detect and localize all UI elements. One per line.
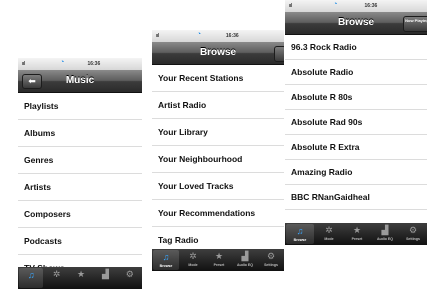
list-item-station[interactable]: Absolute Radio	[285, 60, 427, 85]
mode-icon: ✲	[189, 251, 197, 261]
list-item-neighbourhood[interactable]: Your Neighbourhood	[152, 146, 284, 173]
status-bar: ııl ◔ 16:36	[18, 58, 142, 70]
tab-label-audio-eq: Audio EQ	[377, 237, 393, 241]
tab-preset[interactable]: ★	[69, 267, 93, 289]
star-icon: ★	[352, 225, 362, 235]
page-title: Browse	[199, 47, 237, 58]
tab-label-mode: Mode	[188, 263, 198, 267]
signal-icon: ııl	[289, 3, 292, 9]
music-screen: ııl ◔ 16:36 ⬅ Music Playlists Albums Gen…	[18, 58, 142, 289]
tab-mode[interactable]: ✲ Mode	[315, 223, 343, 245]
browse-list: Your Recent Stations Artist Radio Your L…	[152, 65, 284, 254]
list-item-loved-tracks[interactable]: Your Loved Tracks	[152, 173, 284, 200]
browse-icon: ♫	[296, 226, 304, 236]
status-bar: ııl ◔ 16:36	[285, 0, 427, 12]
status-time: 16:36	[225, 33, 239, 39]
settings-icon: ⚙	[408, 225, 418, 235]
wifi-icon: ◔	[60, 59, 65, 66]
list-item-composers[interactable]: Composers	[18, 201, 142, 228]
tab-label-settings: Settings	[264, 263, 278, 267]
tab-preset[interactable]: ★ Preset	[343, 223, 371, 245]
list-item-station[interactable]: Absolute R Extra	[285, 135, 427, 160]
list-item-station[interactable]: 96.3 Rock Radio	[285, 35, 427, 60]
tab-settings[interactable]: ⚙	[118, 267, 142, 289]
tab-browse[interactable]: ♫ Browse	[286, 224, 314, 244]
browse-icon: ♫	[27, 270, 35, 280]
navigation-bar: Browse Now Playing	[285, 12, 427, 35]
list-item-podcasts[interactable]: Podcasts	[18, 228, 142, 255]
mode-icon: ✲	[52, 269, 61, 279]
tab-audio-eq[interactable]: ▟	[93, 267, 117, 289]
wifi-icon: ◔	[196, 31, 202, 38]
list-item-recent-stations[interactable]: Your Recent Stations	[152, 65, 284, 92]
now-playing-button[interactable]	[274, 46, 284, 62]
page-title: Music	[65, 75, 95, 86]
star-icon: ★	[214, 251, 224, 261]
star-icon: ★	[76, 269, 86, 279]
stations-list: 96.3 Rock Radio Absolute Radio Absolute …	[285, 35, 427, 210]
tab-settings[interactable]: ⚙ Settings	[258, 249, 284, 271]
browse-screen: ııl ◔ 16:36 Browse Your Recent Stations …	[152, 30, 284, 271]
list-item-station[interactable]: BBC RNanGaidheal	[285, 185, 427, 210]
status-time: 16:36	[87, 61, 101, 67]
tab-label-preset: Preset	[351, 237, 363, 241]
stations-screen: ııl ◔ 16:36 Browse Now Playing 96.3 Rock…	[285, 0, 427, 245]
tab-browse[interactable]: ♫	[19, 268, 44, 288]
tab-bar: ♫ Browse ✲ Mode ★ Preset ▟ Audio EQ ⚙ Setting…	[285, 223, 427, 245]
browse-icon: ♫	[162, 252, 170, 262]
signal-icon: ııl	[156, 33, 159, 39]
list-item-artists[interactable]: Artists	[18, 174, 142, 201]
tab-settings[interactable]: ⚙ Settings	[399, 223, 427, 245]
tab-mode[interactable]: ✲	[44, 267, 68, 289]
equalizer-icon: ▟	[101, 269, 109, 279]
list-item-your-library[interactable]: Your Library	[152, 119, 284, 146]
list-item-station[interactable]: Absolute R 80s	[285, 85, 427, 110]
list-item-station[interactable]: Absolute Rad 90s	[285, 110, 427, 135]
list-item-genres[interactable]: Genres	[18, 147, 142, 174]
wifi-icon: ◔	[333, 1, 338, 8]
status-bar: ııl ◔ 16:36	[152, 30, 284, 42]
list-item-albums[interactable]: Albums	[18, 120, 142, 147]
tab-label-preset: Preset	[213, 263, 225, 267]
tab-audio-eq[interactable]: ▟ Audio EQ	[232, 249, 258, 271]
now-playing-button[interactable]: Now Playing	[403, 16, 427, 32]
settings-icon: ⚙	[125, 269, 134, 279]
signal-icon: ııl	[22, 61, 25, 67]
list-item-artist-radio[interactable]: Artist Radio	[152, 92, 284, 119]
tab-audio-eq[interactable]: ▟ Audio EQ	[371, 223, 399, 245]
tab-mode[interactable]: ✲ Mode	[180, 249, 206, 271]
equalizer-icon: ▟	[381, 225, 389, 235]
list-item-station[interactable]: Amazing Radio	[285, 160, 427, 185]
navigation-bar: ⬅ Music	[18, 70, 142, 93]
status-time: 16:36	[364, 3, 378, 9]
tab-browse[interactable]: ♫ Browse	[153, 250, 179, 270]
equalizer-icon: ▟	[241, 251, 249, 261]
list-item-recommendations[interactable]: Your Recommendations	[152, 200, 284, 227]
music-list: Playlists Albums Genres Artists Composer…	[18, 93, 142, 282]
tab-preset[interactable]: ★ Preset	[206, 249, 232, 271]
navigation-bar: Browse	[152, 42, 284, 65]
tab-label-mode: Mode	[324, 237, 334, 241]
tab-label-settings: Settings	[406, 237, 420, 241]
tab-bar: ♫ ✲ ★ ▟ ⚙	[18, 267, 142, 289]
tab-label-audio-eq: Audio EQ	[237, 263, 253, 267]
mode-icon: ✲	[325, 225, 333, 235]
tab-label-browse: Browse	[159, 264, 173, 268]
settings-icon: ⚙	[266, 251, 276, 261]
list-item-playlists[interactable]: Playlists	[18, 93, 142, 120]
tab-bar: ♫ Browse ✲ Mode ★ Preset ▟ Audio EQ ⚙ Setting…	[152, 249, 284, 271]
tab-label-browse: Browse	[293, 238, 307, 242]
